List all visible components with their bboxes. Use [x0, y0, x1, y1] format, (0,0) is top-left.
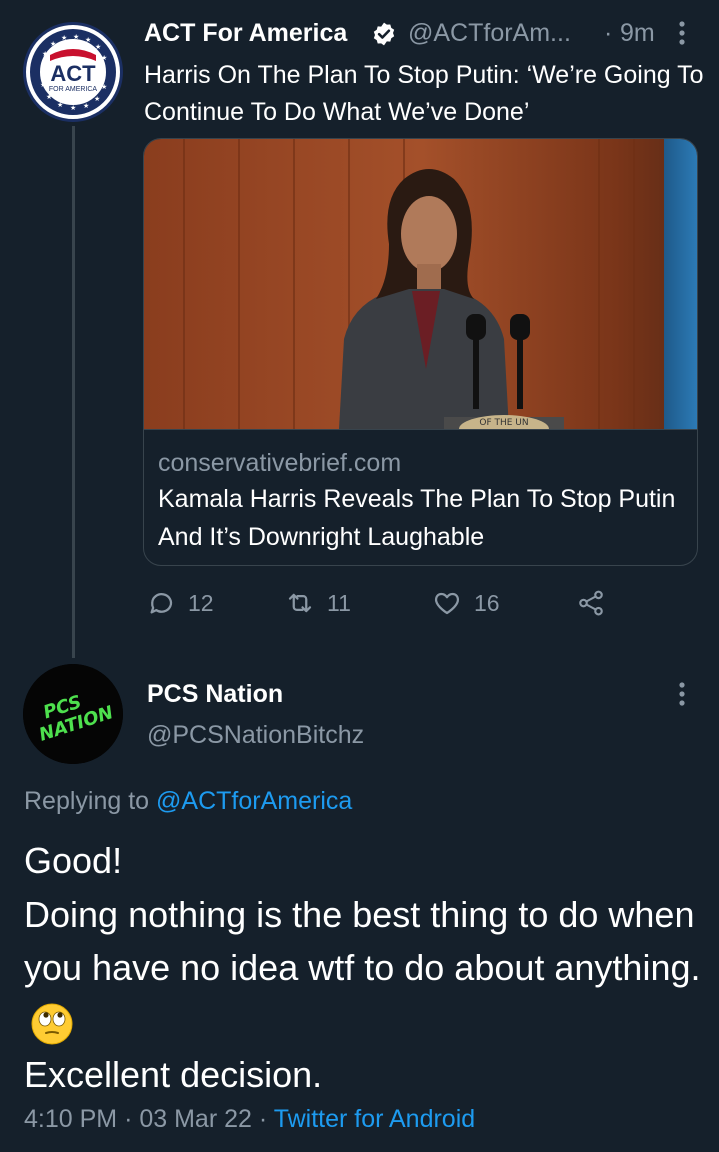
like-button[interactable]: 16: [432, 586, 500, 620]
reply-line-with-emoji: Doing nothing is the best thing to do wh…: [24, 888, 714, 1049]
retweet-button[interactable]: 11: [285, 586, 351, 620]
card-image: OF THE UN: [144, 139, 697, 429]
meta-separator: ·: [124, 1105, 133, 1133]
podium-seal-text: OF THE UN: [479, 418, 528, 428]
svg-text:★: ★: [101, 83, 107, 91]
pcs-nation-logo: PCS NATION: [23, 664, 123, 764]
author-avatar[interactable]: ★ ★ ★ ★ ★ ★ ★ ★ ★ ★ ★ ★ ★ ★ ACT FOR AMERICA: [23, 22, 123, 122]
replying-to: Replying to @ACTforAmerica: [24, 784, 352, 818]
svg-text:★: ★: [83, 102, 89, 110]
like-count: 16: [474, 589, 500, 616]
reply-author-avatar[interactable]: PCS NATION: [23, 664, 123, 764]
svg-text:★: ★: [57, 101, 63, 109]
separator-dot: ·: [604, 19, 613, 47]
retweet-count: 11: [327, 589, 351, 616]
svg-text:★: ★: [94, 95, 100, 103]
share-button[interactable]: [576, 586, 606, 620]
svg-text:★: ★: [42, 50, 48, 58]
reply-line: Doing nothing is the best thing to do wh…: [24, 893, 701, 989]
tweet-date[interactable]: 03 Mar 22: [139, 1105, 252, 1133]
svg-text:★: ★: [95, 43, 101, 51]
more-icon[interactable]: [671, 679, 693, 709]
author-name[interactable]: ACT For America: [144, 16, 347, 50]
reply-text: Good! Doing nothing is the best thing to…: [24, 834, 714, 1102]
card-divider: [144, 429, 697, 430]
more-icon[interactable]: [671, 18, 693, 48]
replying-to-mention[interactable]: @ACTforAmerica: [156, 787, 352, 815]
svg-text:★: ★: [70, 104, 76, 112]
svg-text:★: ★: [50, 40, 56, 48]
tweet-client[interactable]: Twitter for Android: [274, 1105, 475, 1133]
tweet-time[interactable]: 9m: [620, 16, 655, 50]
tweet-text: Harris On The Plan To Stop Putin: ‘We’re…: [144, 61, 704, 126]
reply-icon: [150, 593, 173, 614]
svg-text:★: ★: [85, 36, 91, 44]
avatar-subtext: FOR AMERICA: [49, 86, 98, 93]
share-icon: [579, 590, 603, 616]
retweet-icon: [288, 593, 312, 613]
act-for-america-logo: ★★★ ★ ★★ ★★★ ★ ★ ★ ★★ ACT FOR AMERICA: [27, 26, 119, 118]
svg-text:★: ★: [73, 33, 79, 41]
card-title[interactable]: Kamala Harris Reveals The Plan To Stop P…: [158, 480, 688, 556]
replying-to-label: Replying to: [24, 787, 150, 815]
tweet-meta: 4:10 PM · 03 Mar 22 · Twitter for Androi…: [24, 1102, 475, 1136]
card-domain[interactable]: conservativebrief.com: [158, 446, 401, 480]
verified-badge-icon: [373, 22, 395, 46]
reply-author-handle[interactable]: @PCSNationBitchz: [147, 718, 364, 752]
meta-separator: ·: [258, 1105, 268, 1133]
reply-author-name[interactable]: PCS Nation: [147, 677, 283, 711]
svg-text:★: ★: [61, 34, 67, 42]
svg-text:★: ★: [46, 93, 52, 101]
reply-line: Good!: [24, 840, 123, 881]
tweet-timestamp[interactable]: 4:10 PM: [24, 1105, 117, 1133]
reply-count: 12: [188, 589, 214, 616]
author-handle[interactable]: @ACTforAm...: [408, 16, 571, 50]
reply-line: Excellent decision.: [24, 1054, 323, 1095]
reply-button[interactable]: 12: [146, 586, 214, 620]
avatar-act-text: ACT: [50, 61, 96, 86]
svg-text:★: ★: [101, 54, 107, 62]
thread-line: [72, 126, 75, 658]
like-icon: [434, 592, 460, 615]
face-with-rolling-eyes-icon: [31, 1003, 73, 1045]
